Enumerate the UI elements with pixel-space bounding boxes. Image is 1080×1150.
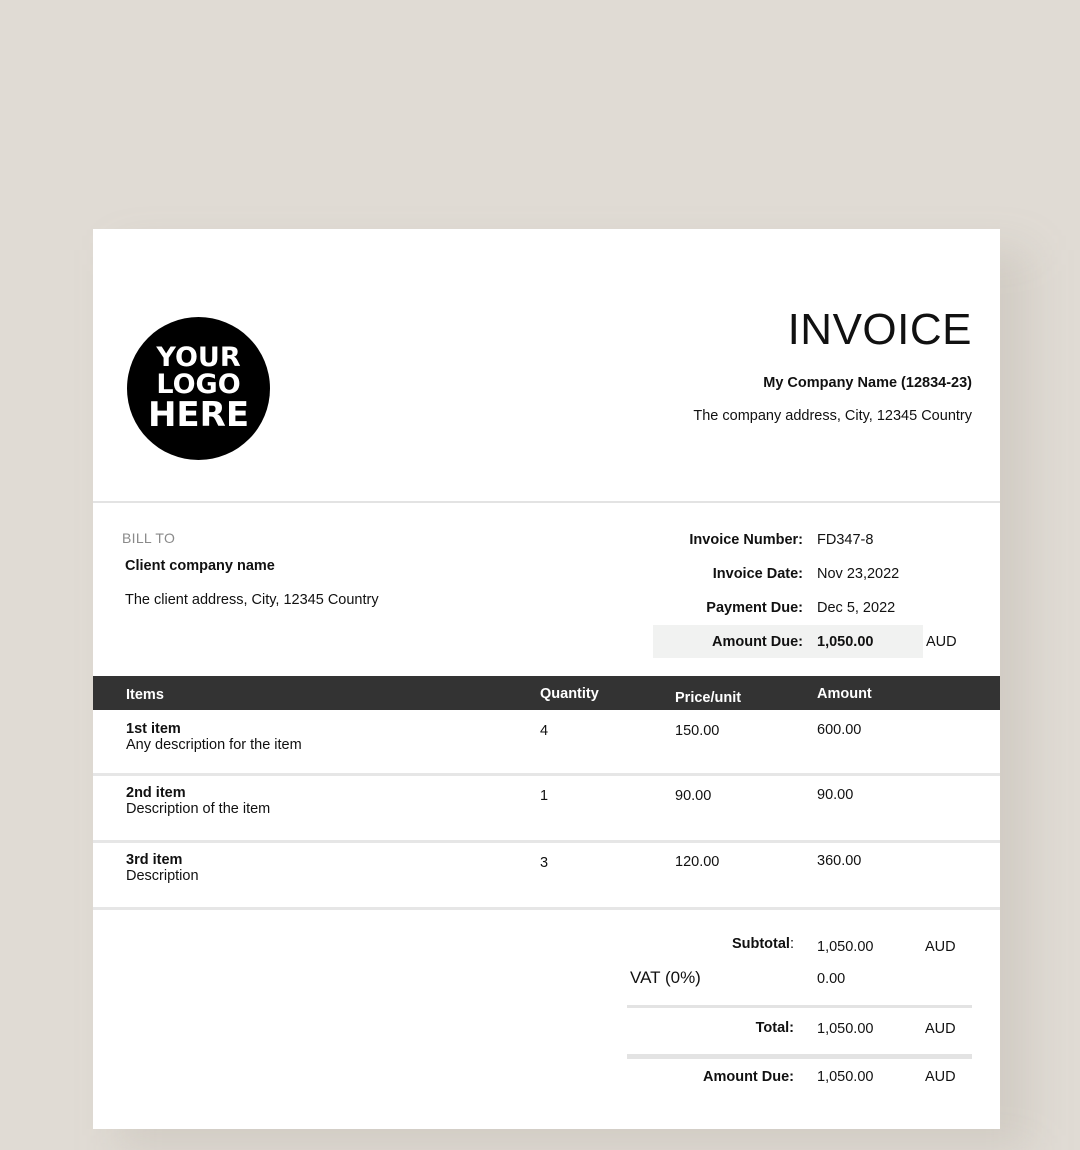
invoice-date-value: Nov 23,2022 <box>817 566 900 582</box>
logo-line-3: HERE <box>147 395 250 435</box>
table-row-3-description: Description <box>126 868 199 884</box>
subtotal-label: Subtotal: <box>732 936 794 952</box>
vat-label: VAT (0%) <box>630 968 701 987</box>
table-row-2-description: Description of the item <box>126 801 271 817</box>
table-row-1-amount: 600.00 <box>817 722 862 738</box>
header-divider <box>93 501 1000 503</box>
table-row-3-price: 120.00 <box>675 854 720 870</box>
vat-value: 0.00 <box>817 971 846 987</box>
row-divider-3 <box>93 907 1000 910</box>
table-row-1-name: 1st item <box>126 721 181 737</box>
total-currency: AUD <box>925 1021 956 1037</box>
invoice-sheet: YOUR LOGO HERE INVOICE My Company Name (… <box>93 229 1000 1129</box>
table-row-3-amount: 360.00 <box>817 853 862 869</box>
items-table-header: Items Quantity Price/unit Amount <box>93 676 1000 710</box>
invoice-date-label: Invoice Date: <box>712 566 803 582</box>
logo-badge: YOUR LOGO HERE <box>127 317 270 460</box>
table-row-1-quantity: 4 <box>540 723 549 739</box>
subtotal-value: 1,050.00 <box>817 939 874 955</box>
table-row-1-description: Any description for the item <box>126 737 302 753</box>
amount-due-label: Amount Due: <box>711 634 803 650</box>
row-divider-1 <box>93 773 1000 776</box>
bill-to-label: BILL TO <box>122 530 176 546</box>
header-quantity: Quantity <box>540 686 599 702</box>
payment-due-label: Payment Due: <box>706 600 803 616</box>
final-amount-due-currency: AUD <box>925 1069 956 1085</box>
header-items: Items <box>126 687 164 703</box>
invoice-number-label: Invoice Number: <box>689 532 803 548</box>
total-value: 1,050.00 <box>817 1021 874 1037</box>
table-row-2-price: 90.00 <box>675 788 712 804</box>
amount-due-currency: AUD <box>926 634 957 650</box>
table-row-2-name: 2nd item <box>126 785 186 801</box>
payment-due-value: Dec 5, 2022 <box>817 600 896 616</box>
invoice-title: INVOICE <box>787 305 972 354</box>
header-amount: Amount <box>817 686 872 702</box>
invoice-number-value: FD347-8 <box>817 532 874 548</box>
total-label: Total: <box>755 1020 794 1036</box>
company-address: The company address, City, 12345 Country <box>693 408 972 424</box>
subtotal-colon: : <box>789 936 794 952</box>
table-row-2-quantity: 1 <box>540 788 549 804</box>
subtotal-label-text: Subtotal <box>731 936 790 952</box>
table-row-3-quantity: 3 <box>540 855 549 871</box>
row-divider-2 <box>93 840 1000 843</box>
client-name: Client company name <box>125 558 275 574</box>
client-address: The client address, City, 12345 Country <box>125 592 379 608</box>
header-price: Price/unit <box>675 690 742 706</box>
amount-due-value: 1,050.00 <box>817 634 874 650</box>
table-row-1-price: 150.00 <box>675 723 720 739</box>
table-row-3-name: 3rd item <box>126 852 183 868</box>
final-amount-due-value: 1,050.00 <box>817 1069 874 1085</box>
company-name: My Company Name (12834-23) <box>763 375 972 391</box>
final-amount-due-label: Amount Due: <box>702 1069 794 1085</box>
subtotal-currency: AUD <box>925 939 956 955</box>
logo-line-1: YOUR <box>156 342 241 373</box>
table-row-2-amount: 90.00 <box>817 787 854 803</box>
totals-divider-2 <box>627 1054 972 1059</box>
totals-divider-1 <box>627 1005 972 1008</box>
logo-line-2: LOGO <box>156 369 241 400</box>
